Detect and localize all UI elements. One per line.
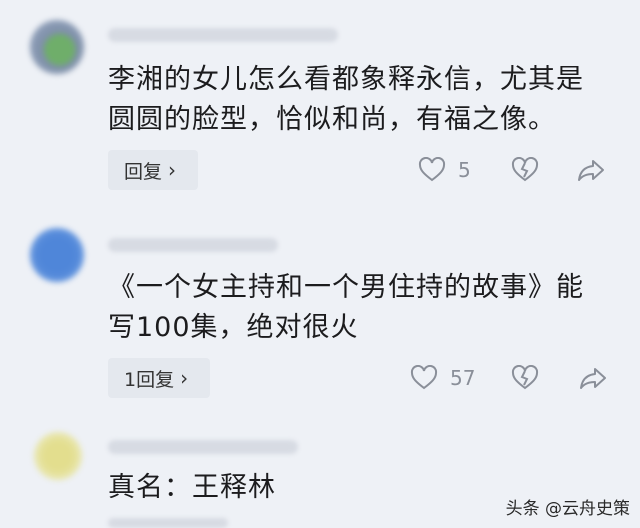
comment-actions: 5 (418, 150, 605, 190)
like-button[interactable]: 57 (410, 365, 475, 391)
watermark: 头条 @云舟史策 (505, 499, 630, 519)
chevron-right-icon: › (168, 158, 177, 182)
broken-heart-icon (511, 157, 538, 182)
dislike-button[interactable] (511, 365, 539, 391)
comment-actions: 57 (410, 358, 607, 398)
like-count: 5 (458, 158, 471, 182)
comment-text-line: 《一个女主持和一个男住持的故事》能 (108, 272, 584, 303)
reply-label: 1回复 (124, 368, 175, 391)
like-button[interactable]: 5 (418, 157, 471, 183)
username-blurred (108, 28, 338, 42)
dislike-button[interactable] (511, 157, 539, 183)
chevron-right-icon: › (180, 366, 189, 390)
broken-heart-icon (512, 365, 539, 390)
share-arrow-icon (577, 160, 604, 181)
comment-text-line: 李湘的女儿怎么看都象释永信，尤其是 (108, 64, 584, 95)
comment-text-line: 圆圆的脸型，恰似和尚，有福之像。 (108, 104, 556, 135)
share-button[interactable] (579, 365, 607, 391)
reply-button[interactable]: 回复 › (108, 150, 199, 190)
avatar[interactable] (34, 432, 82, 480)
username-blurred (108, 238, 278, 252)
heart-icon (410, 365, 438, 390)
username-blurred (108, 440, 298, 454)
comment-text: 李湘的女儿怎么看都象释永信，尤其是 圆圆的脸型，恰似和尚，有福之像。 (108, 60, 608, 140)
avatar[interactable] (30, 20, 84, 74)
heart-icon (418, 157, 446, 182)
comment-text-line: 写100集，绝对很火 (108, 312, 359, 343)
share-button[interactable] (577, 157, 605, 183)
like-count: 57 (450, 366, 476, 390)
avatar[interactable] (30, 228, 84, 282)
share-arrow-icon (580, 368, 607, 389)
comment-text: 《一个女主持和一个男住持的故事》能 写100集，绝对很火 (108, 268, 608, 348)
reply-label: 回复 (124, 160, 163, 183)
reply-button[interactable]: 1回复 › (108, 358, 211, 398)
